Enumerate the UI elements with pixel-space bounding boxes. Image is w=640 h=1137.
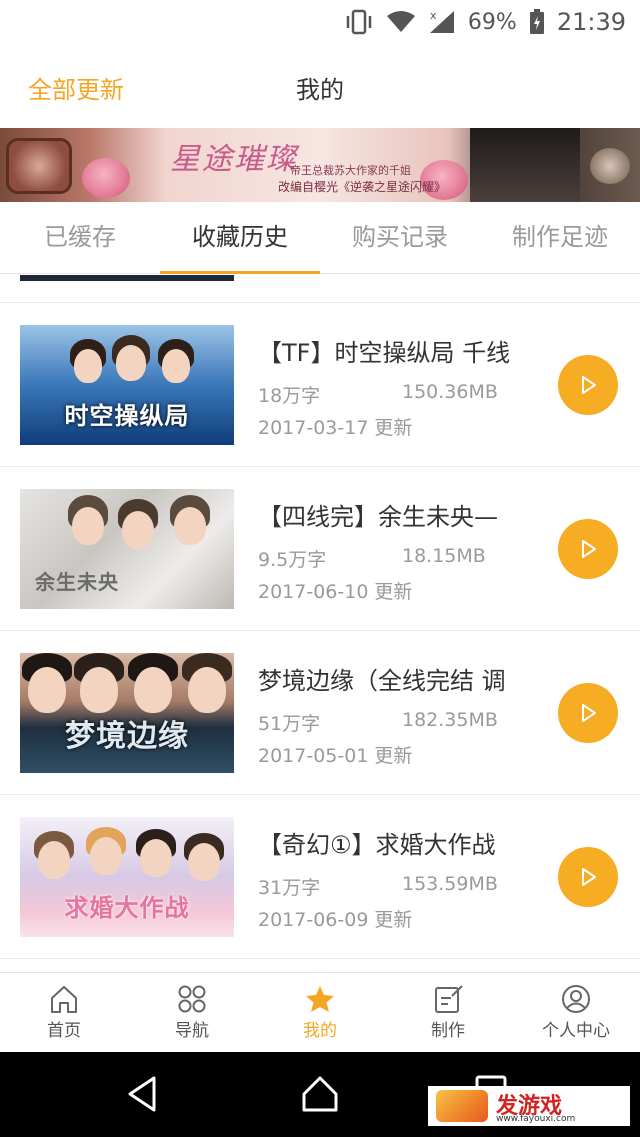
cover-image: 时空操纵局 — [20, 325, 234, 445]
home-button-icon[interactable] — [300, 1074, 340, 1114]
tab-cached[interactable]: 已缓存 — [0, 202, 160, 273]
back-icon[interactable] — [124, 1074, 160, 1114]
tab-creation-footprints[interactable]: 制作足迹 — [480, 202, 640, 273]
clock: 21:39 — [556, 8, 626, 36]
wifi-icon — [386, 10, 416, 34]
signal-icon: x — [428, 9, 456, 35]
nav-home[interactable]: 首页 — [0, 973, 128, 1052]
nav-mine-label: 我的 — [303, 1021, 337, 1041]
update-date: 2017-05-01 更新 — [258, 745, 413, 767]
rose-decoration — [82, 158, 130, 198]
banner-characters — [470, 128, 580, 202]
tab-purchase-records[interactable]: 购买记录 — [320, 202, 480, 273]
user-icon — [562, 985, 590, 1013]
banner-decoration — [6, 138, 72, 194]
file-size: 153.59MB — [402, 873, 498, 895]
tab-bar: 已缓存 收藏历史 购买记录 制作足迹 — [0, 202, 640, 274]
cover-image: 余生未央 — [20, 489, 234, 609]
play-icon — [582, 376, 596, 394]
play-button[interactable] — [558, 847, 618, 907]
nav-create-label: 制作 — [431, 1021, 465, 1041]
edit-icon — [435, 985, 463, 1013]
battery-percent: 69% — [467, 9, 517, 35]
play-button[interactable] — [558, 683, 618, 743]
tab-favorites-history[interactable]: 收藏历史 — [160, 202, 320, 274]
cover-image: 梦境边缘 — [20, 653, 234, 773]
list-item[interactable] — [0, 275, 640, 303]
nav-profile-label: 个人中心 — [542, 1021, 610, 1041]
play-button[interactable] — [558, 355, 618, 415]
file-size: 182.35MB — [402, 709, 498, 731]
word-count: 9.5万字 — [258, 549, 327, 571]
app-header: 全部更新 我的 — [0, 44, 640, 128]
clock-decoration — [590, 148, 630, 184]
cover-title: 梦境边缘 — [65, 719, 189, 754]
star-icon — [306, 986, 334, 1012]
favorites-list[interactable]: 时空操纵局 【TF】时空操纵局 千线 18万字 150.36MB 2017-03… — [0, 275, 640, 972]
update-date: 2017-03-17 更新 — [258, 417, 413, 439]
nav-create[interactable]: 制作 — [384, 973, 512, 1052]
bottom-nav: 首页 导航 我的 制作 个人中心 — [0, 972, 640, 1052]
banner-subtitle: 帝王总裁苏大作家的千姐 — [290, 164, 411, 177]
word-count: 51万字 — [258, 713, 321, 735]
play-button[interactable] — [558, 519, 618, 579]
word-count: 31万字 — [258, 877, 321, 899]
update-date: 2017-06-10 更新 — [258, 581, 413, 603]
play-icon — [582, 704, 596, 722]
grid-icon — [178, 985, 206, 1013]
home-icon — [51, 986, 77, 1013]
cover-image — [20, 275, 234, 281]
file-size: 150.36MB — [402, 381, 498, 403]
nav-mine[interactable]: 我的 — [256, 973, 384, 1052]
cover-title: 余生未央 — [35, 570, 119, 594]
nav-guide-label: 导航 — [175, 1021, 209, 1041]
cover-title: 求婚大作战 — [64, 894, 190, 922]
item-title: 【奇幻①】求婚大作战 — [258, 831, 496, 859]
nav-profile[interactable]: 个人中心 — [512, 973, 640, 1052]
cover-title: 时空操纵局 — [64, 402, 190, 430]
watermark: 发游戏 www.fayouxi.com — [428, 1086, 630, 1126]
banner-title: 星途璀璨 — [170, 142, 298, 177]
svg-text:x: x — [430, 9, 437, 22]
play-icon — [582, 540, 596, 558]
vibrate-icon — [344, 9, 374, 35]
nav-home-label: 首页 — [47, 1021, 81, 1041]
banner-caption: 改编自樱光《逆袭之星途闪耀》 — [278, 180, 447, 194]
play-icon — [582, 868, 596, 886]
watermark-url: www.fayouxi.com — [496, 1114, 576, 1124]
promo-banner[interactable]: 星途璀璨 帝王总裁苏大作家的千姐 改编自樱光《逆袭之星途闪耀》 — [0, 128, 640, 202]
item-title: 【四线完】余生未央— — [258, 503, 498, 531]
cover-image: 求婚大作战 — [20, 817, 234, 937]
file-size: 18.15MB — [402, 545, 486, 567]
item-title: 梦境边缘（全线完结 调 — [258, 667, 506, 695]
word-count: 18万字 — [258, 385, 321, 407]
status-bar: x 69% 21:39 — [0, 0, 640, 44]
watermark-logo — [436, 1090, 488, 1122]
update-date: 2017-06-09 更新 — [258, 909, 413, 931]
list-item[interactable]: 余生未央 【四线完】余生未央— 9.5万字 18.15MB 2017-06-10… — [0, 467, 640, 631]
battery-icon — [529, 9, 545, 35]
list-item[interactable]: 梦境边缘 梦境边缘（全线完结 调 51万字 182.35MB 2017-05-0… — [0, 631, 640, 795]
item-title: 【TF】时空操纵局 千线 — [258, 339, 511, 367]
nav-guide[interactable]: 导航 — [128, 973, 256, 1052]
list-item[interactable]: 时空操纵局 【TF】时空操纵局 千线 18万字 150.36MB 2017-03… — [0, 303, 640, 467]
list-item[interactable]: 求婚大作战 【奇幻①】求婚大作战 31万字 153.59MB 2017-06-0… — [0, 795, 640, 959]
page-title: 我的 — [296, 76, 344, 104]
